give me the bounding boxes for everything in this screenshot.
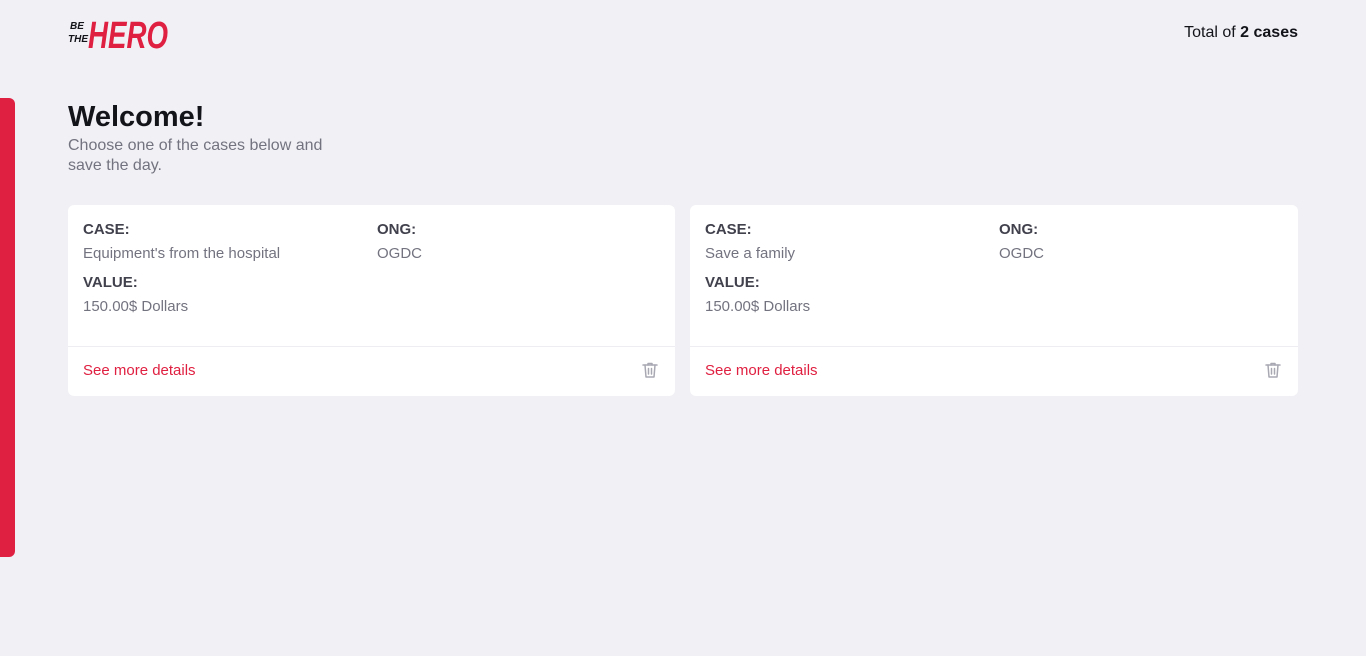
ong-value: OGDC bbox=[377, 245, 422, 262]
value-label: VALUE: bbox=[83, 274, 138, 291]
logo-word: HERO bbox=[88, 15, 168, 54]
delete-case-button[interactable] bbox=[1263, 360, 1283, 380]
page-title: Welcome! bbox=[68, 101, 205, 133]
case-field: CASE: Equipment's from the hospital bbox=[83, 221, 280, 263]
ong-field: ONG: OGDC bbox=[377, 221, 422, 263]
see-more-details-link[interactable]: See more details bbox=[705, 362, 818, 380]
case-label: CASE: bbox=[705, 221, 752, 238]
ong-label: ONG: bbox=[999, 221, 1039, 238]
ong-label: ONG: bbox=[377, 221, 417, 238]
delete-case-button[interactable] bbox=[640, 360, 660, 380]
value-label: VALUE: bbox=[705, 274, 760, 291]
case-card: CASE: Save a family ONG: OGDC VALUE: 150… bbox=[690, 205, 1298, 396]
card-divider bbox=[690, 346, 1298, 347]
be-the-hero-logo: BE THE HERO bbox=[68, 15, 168, 54]
trash-icon bbox=[642, 362, 658, 378]
header: BE THE HERO Total of 2 cases bbox=[68, 12, 1298, 56]
total-count: 2 cases bbox=[1240, 24, 1298, 41]
value-amount: 150.00$ Dollars bbox=[83, 298, 189, 315]
see-more-details-link[interactable]: See more details bbox=[83, 362, 196, 380]
case-value: Equipment's from the hospital bbox=[83, 245, 281, 262]
welcome-section: Welcome! Choose one of the cases below a… bbox=[68, 100, 328, 176]
ong-field: ONG: OGDC bbox=[999, 221, 1044, 263]
total-cases-text: Total of 2 cases bbox=[1184, 24, 1298, 42]
trash-icon bbox=[1265, 362, 1281, 378]
case-field: CASE: Save a family bbox=[705, 221, 795, 263]
value-amount: 150.00$ Dollars bbox=[705, 298, 811, 315]
total-prefix: Total of bbox=[1184, 24, 1236, 41]
logo-line2: THE bbox=[68, 34, 88, 45]
logo-line1: BE bbox=[70, 21, 84, 32]
ong-value: OGDC bbox=[999, 245, 1044, 262]
value-field: VALUE: 150.00$ Dollars bbox=[705, 274, 810, 316]
case-label: CASE: bbox=[83, 221, 130, 238]
value-field: VALUE: 150.00$ Dollars bbox=[83, 274, 188, 316]
card-divider bbox=[68, 346, 675, 347]
accent-side-bar bbox=[0, 98, 15, 557]
case-card: CASE: Equipment's from the hospital ONG:… bbox=[68, 205, 675, 396]
case-value: Save a family bbox=[705, 245, 796, 262]
page-subtitle: Choose one of the cases below and save t… bbox=[68, 137, 323, 174]
